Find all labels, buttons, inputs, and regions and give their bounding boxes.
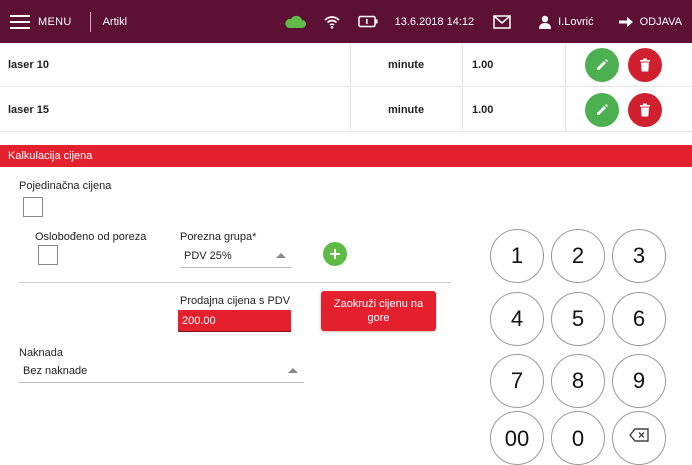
column-divider xyxy=(565,43,566,87)
top-bar: MENU Artikl 13.6.2018 14:12 I.Lovrić ODJ… xyxy=(0,0,692,43)
tax-exempt-label: Oslobođeno od poreza xyxy=(35,231,147,243)
edit-button[interactable] xyxy=(585,48,619,82)
edit-button[interactable] xyxy=(585,93,619,127)
logout-label: ODJAVA xyxy=(639,15,682,28)
row-unit: minute xyxy=(388,59,425,71)
datetime: 13.6.2018 14:12 xyxy=(394,15,475,28)
logout-arrow-icon xyxy=(618,16,633,27)
keypad-key-3[interactable]: 3 xyxy=(612,229,666,283)
column-divider xyxy=(462,88,463,132)
row-name: laser 15 xyxy=(8,104,49,116)
section-header: Kalkulacija cijena xyxy=(0,145,692,167)
fee-select[interactable]: Bez naknade xyxy=(19,359,304,383)
plus-icon xyxy=(330,249,340,259)
keypad-key-4[interactable]: 4 xyxy=(490,292,544,346)
table-row[interactable]: laser 10 minute 1.00 xyxy=(0,43,692,87)
tax-exempt-checkbox[interactable] xyxy=(38,245,58,265)
column-divider xyxy=(350,88,351,132)
delete-button[interactable] xyxy=(628,48,662,82)
column-divider xyxy=(350,43,351,87)
single-price-checkbox[interactable] xyxy=(23,197,43,217)
table-row[interactable]: laser 15 minute 1.00 xyxy=(0,88,692,132)
delete-button[interactable] xyxy=(628,93,662,127)
single-price-label: Pojedinačna cijena xyxy=(19,180,112,192)
column-divider xyxy=(462,43,463,87)
form-divider xyxy=(19,282,451,283)
caret-up-icon xyxy=(288,368,298,373)
keypad-key-1[interactable]: 1 xyxy=(490,229,544,283)
section-title: Kalkulacija cijena xyxy=(8,150,93,162)
row-unit: minute xyxy=(388,104,425,116)
user-name: I.Lovrić xyxy=(558,15,594,28)
keypad-key-7[interactable]: 7 xyxy=(490,354,544,408)
menu-button[interactable]: MENU xyxy=(10,0,72,43)
caret-up-icon xyxy=(276,253,286,258)
page-title: Artikl xyxy=(102,15,128,28)
user-menu[interactable]: I.Lovrić xyxy=(538,15,594,29)
row-value: 1.00 xyxy=(472,59,494,71)
topbar-divider xyxy=(89,11,91,32)
row-value: 1.00 xyxy=(472,104,494,116)
keypad-key-9[interactable]: 9 xyxy=(612,354,666,408)
mail-icon[interactable] xyxy=(493,14,511,29)
logout-button[interactable]: ODJAVA xyxy=(618,16,682,28)
trash-icon xyxy=(640,103,650,117)
keypad-key-2[interactable]: 2 xyxy=(551,229,605,283)
keypad-backspace[interactable] xyxy=(612,411,666,465)
keypad-key-00[interactable]: 00 xyxy=(490,411,544,465)
user-icon xyxy=(539,15,552,29)
tax-group-value: PDV 25% xyxy=(184,249,232,262)
add-tax-group-button[interactable] xyxy=(323,242,347,266)
sale-price-input[interactable]: 200.00 xyxy=(178,310,291,332)
keypad-key-0[interactable]: 0 xyxy=(551,411,605,465)
keypad-key-6[interactable]: 6 xyxy=(612,292,666,346)
cloud-icon xyxy=(284,15,306,29)
battery-icon xyxy=(357,15,378,28)
tax-group-label: Porezna grupa* xyxy=(180,231,257,243)
keypad-key-5[interactable]: 5 xyxy=(551,292,605,346)
wifi-icon xyxy=(324,15,340,29)
fee-label: Naknada xyxy=(19,347,64,359)
hamburger-icon xyxy=(10,14,30,29)
pencil-icon xyxy=(597,59,608,70)
sale-price-label: Prodajna cijena s PDV xyxy=(180,295,291,307)
menu-label: MENU xyxy=(38,15,72,28)
backspace-icon xyxy=(629,428,649,442)
pencil-icon xyxy=(597,104,608,115)
column-divider xyxy=(565,88,566,132)
tax-group-select[interactable]: PDV 25% xyxy=(180,244,292,268)
trash-icon xyxy=(640,58,650,72)
row-name: laser 10 xyxy=(8,59,49,71)
round-price-button[interactable]: Zaokruži cijenu na gore xyxy=(321,291,436,331)
fee-value: Bez naknade xyxy=(23,364,88,377)
keypad-key-8[interactable]: 8 xyxy=(551,354,605,408)
